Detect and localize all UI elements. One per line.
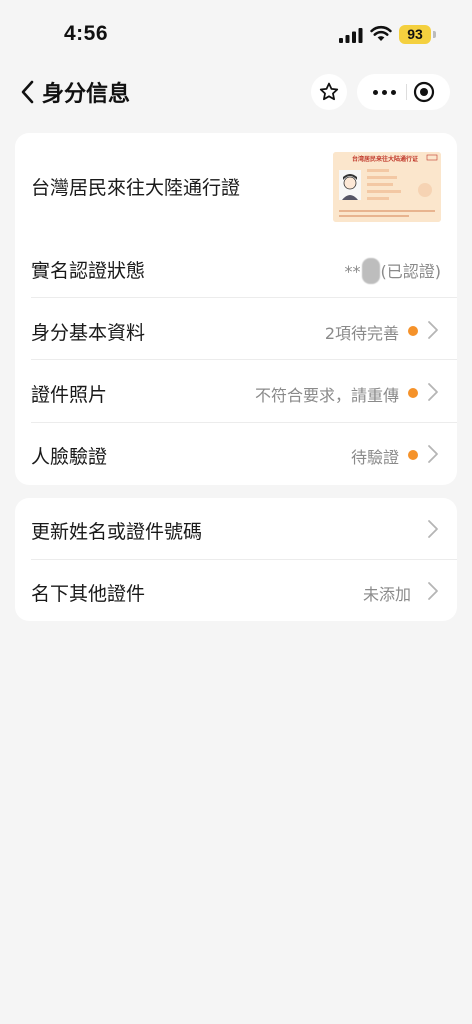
divider [31,359,457,360]
permit-card-image: 台湾居民来往大陆通行证 [333,152,441,222]
battery-tip [433,31,436,38]
row-label: 人臉驗證 [31,446,108,468]
other-actions-section: 更新姓名或證件號碼 名下其他證件 未添加 [15,498,457,621]
document-thumbnail: 台湾居民来往大陆通行证 [333,152,441,222]
cellular-signal-icon [339,28,363,43]
more-dot-icon [372,89,378,95]
row-label: 名下其他證件 [31,583,146,605]
chevron-right-icon [428,383,438,401]
row-label: 實名認證狀態 [31,260,146,282]
identity-card-section: 台灣居民來往大陸通行證 台湾居民来往大陆通行证 實名認證狀態 ** (已認證) … [15,133,457,485]
document-row[interactable]: 台灣居民來往大陸通行證 台湾居民来往大陆通行证 [15,133,457,237]
pending-dot [408,388,418,398]
chevron-right-icon [428,520,438,538]
chevron-right-icon [428,445,438,463]
more-dot-icon [390,89,396,95]
row-value: 不符合要求，請重傳 [254,386,399,405]
status-time: 4:56 [64,22,109,45]
row-value: 未添加 [362,585,411,604]
mini-program-capsule [357,74,450,110]
star-icon [319,82,339,101]
verification-status-row[interactable]: 實名認證狀態 ** (已認證) [15,237,457,299]
back-chevron-icon[interactable] [18,78,40,106]
nav-bar: 身分信息 [0,70,472,114]
close-target-icon[interactable] [413,81,435,103]
row-value: 待驗證 [350,448,399,467]
wifi-icon [370,25,392,41]
capsule-divider [406,84,407,100]
chevron-right-icon [428,582,438,600]
chevron-right-icon [428,321,438,339]
row-label: 身分基本資料 [31,322,146,344]
row-value: ** (已認證) [344,258,442,284]
favorite-button[interactable] [311,74,347,110]
row-label: 更新姓名或證件號碼 [31,521,203,543]
basic-info-row[interactable]: 身分基本資料 2項待完善 [15,299,457,361]
status-bar: 4:56 93 [0,0,472,70]
row-label: 證件照片 [31,384,108,406]
document-photo-row[interactable]: 證件照片 不符合要求，請重傳 [15,361,457,423]
more-dot-icon [381,89,387,95]
pending-dot [408,450,418,460]
row-value: 2項待完善 [324,324,399,343]
more-button[interactable] [369,82,399,102]
face-verification-row[interactable]: 人臉驗證 待驗證 [15,423,457,485]
other-documents-row[interactable]: 名下其他證件 未添加 [15,560,457,622]
document-title: 台灣居民來往大陸通行證 [31,177,241,199]
page-title: 身分信息 [42,82,131,107]
masked-name: ** [344,262,361,281]
verified-text: (已認證) [380,262,442,281]
thumb-header: 台湾居民来往大陆通行证 [352,155,418,163]
redacted-blob [361,258,380,284]
update-name-row[interactable]: 更新姓名或證件號碼 [15,498,457,560]
battery-indicator: 93 [399,25,431,44]
divider [31,297,457,298]
pending-dot [408,326,418,336]
